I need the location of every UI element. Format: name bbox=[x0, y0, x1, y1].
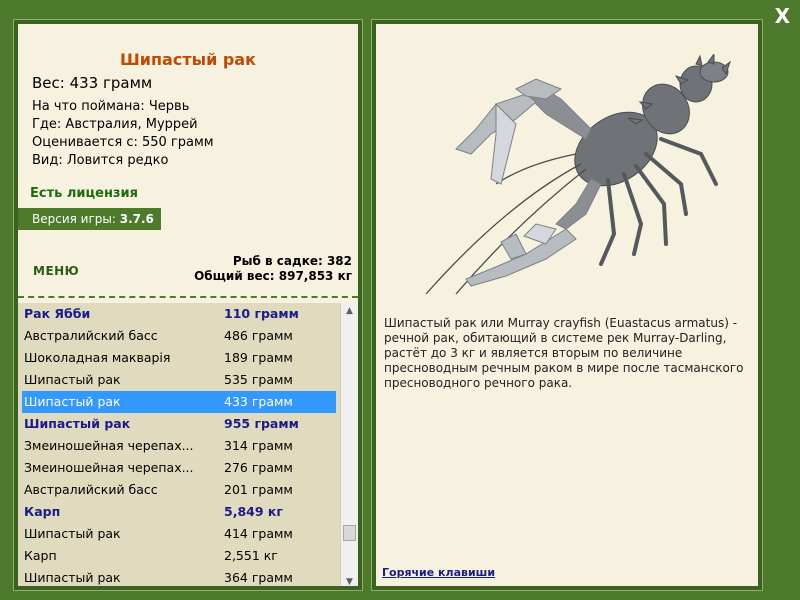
list-item[interactable]: Австралийский басс 201 грамм bbox=[18, 479, 340, 501]
list-item-weight: 5,849 кг bbox=[224, 504, 283, 519]
fish-title: Шипастый рак bbox=[120, 50, 256, 69]
list-item-weight: 486 грамм bbox=[224, 328, 293, 343]
list-item-weight: 189 грамм bbox=[224, 350, 293, 365]
list-item[interactable]: Шипастый рак 955 грамм bbox=[18, 413, 340, 435]
scroll-up-icon[interactable]: ▲ bbox=[341, 303, 358, 319]
list-item-name: Карп bbox=[24, 504, 61, 519]
total-weight: Общий вес: 897,853 кг bbox=[194, 269, 352, 283]
list-item[interactable]: Австралийский басс 486 грамм bbox=[18, 325, 340, 347]
fish-weight: Вес: 433 грамм bbox=[32, 74, 153, 92]
fish-description: Шипастый рак или Murray crayfish (Euasta… bbox=[384, 316, 744, 390]
list-item-weight: 433 грамм bbox=[224, 394, 293, 409]
list-scrollbar[interactable]: ▲ ▼ bbox=[340, 303, 358, 586]
list-item[interactable]: Шипастый рак 433 грамм bbox=[22, 391, 336, 413]
list-item-weight: 110 грамм bbox=[224, 306, 299, 321]
fish-bait: На что поймана: Червь bbox=[32, 99, 190, 114]
list-item-weight: 364 грамм bbox=[224, 570, 293, 585]
fish-location: Где: Австралия, Муррей bbox=[32, 117, 198, 132]
list-item-weight: 201 грамм bbox=[224, 482, 293, 497]
fish-rated: Оценивается с: 550 грамм bbox=[32, 135, 214, 150]
list-item[interactable]: Шоколадная макварія 189 грамм bbox=[18, 347, 340, 369]
list-item-name: Шипастый рак bbox=[24, 570, 121, 585]
version-label: Версия игры: bbox=[32, 212, 116, 226]
list-item-name: Австралийский басс bbox=[24, 482, 158, 497]
license-status: Есть лицензия bbox=[30, 186, 138, 201]
list-item[interactable]: Рак Ябби 110 грамм bbox=[18, 303, 340, 325]
close-icon[interactable]: X bbox=[775, 4, 790, 28]
list-item-weight: 2,551 кг bbox=[224, 548, 278, 563]
version-value: 3.7.6 bbox=[119, 212, 154, 226]
scroll-thumb[interactable] bbox=[343, 525, 356, 541]
version-bar: Версия игры: 3.7.6 bbox=[18, 208, 161, 230]
menu-button[interactable]: МЕНЮ bbox=[33, 264, 79, 278]
list-item[interactable]: Карп 5,849 кг bbox=[18, 501, 340, 523]
divider bbox=[18, 296, 358, 298]
fish-description-panel: Шипастый рак или Murray crayfish (Euasta… bbox=[371, 19, 763, 591]
fish-details: На что поймана: Червь Где: Австралия, Му… bbox=[32, 98, 214, 170]
list-item-weight: 955 грамм bbox=[224, 416, 299, 431]
scroll-down-icon[interactable]: ▼ bbox=[341, 574, 358, 586]
list-item-name: Шипастый рак bbox=[24, 394, 121, 409]
list-item[interactable]: Карп 2,551 кг bbox=[18, 545, 340, 567]
list-item-name: Шипастый рак bbox=[24, 526, 121, 541]
list-item-name: Змеиношейная черепах... bbox=[24, 460, 194, 475]
catch-totals: Рыб в садке: 382 Общий вес: 897,853 кг bbox=[194, 254, 352, 284]
list-item-name: Рак Ябби bbox=[24, 306, 91, 321]
list-item-weight: 535 грамм bbox=[224, 372, 293, 387]
catch-list[interactable]: Рак Ябби 110 грамм Австралийский басс 486 г… bbox=[18, 303, 340, 586]
list-item-name: Карп bbox=[24, 548, 57, 563]
list-item-name: Змеиношейная черепах... bbox=[24, 438, 194, 453]
list-item-name: Шипастый рак bbox=[24, 416, 131, 431]
list-item-name: Шипастый рак bbox=[24, 372, 121, 387]
list-item[interactable]: Шипастый рак 364 грамм bbox=[18, 567, 340, 586]
list-item[interactable]: Шипастый рак 535 грамм bbox=[18, 369, 340, 391]
list-item-name: Шоколадная макварія bbox=[24, 350, 171, 365]
list-item-name: Австралийский басс bbox=[24, 328, 158, 343]
fish-info-panel: Шипастый рак Вес: 433 грамм На что пойма… bbox=[13, 19, 363, 591]
list-item-weight: 314 грамм bbox=[224, 438, 293, 453]
list-item[interactable]: Змеиношейная черепах... 276 грамм bbox=[18, 457, 340, 479]
fish-kind: Вид: Ловится редко bbox=[32, 153, 169, 168]
list-item-weight: 276 грамм bbox=[224, 460, 293, 475]
hotkeys-link[interactable]: Горячие клавиши bbox=[382, 566, 495, 579]
fish-count: Рыб в садке: 382 bbox=[232, 254, 352, 268]
list-item[interactable]: Змеиношейная черепах... 314 грамм bbox=[18, 435, 340, 457]
list-item-weight: 414 грамм bbox=[224, 526, 293, 541]
crayfish-image bbox=[425, 54, 731, 294]
list-item[interactable]: Шипастый рак 414 грамм bbox=[18, 523, 340, 545]
